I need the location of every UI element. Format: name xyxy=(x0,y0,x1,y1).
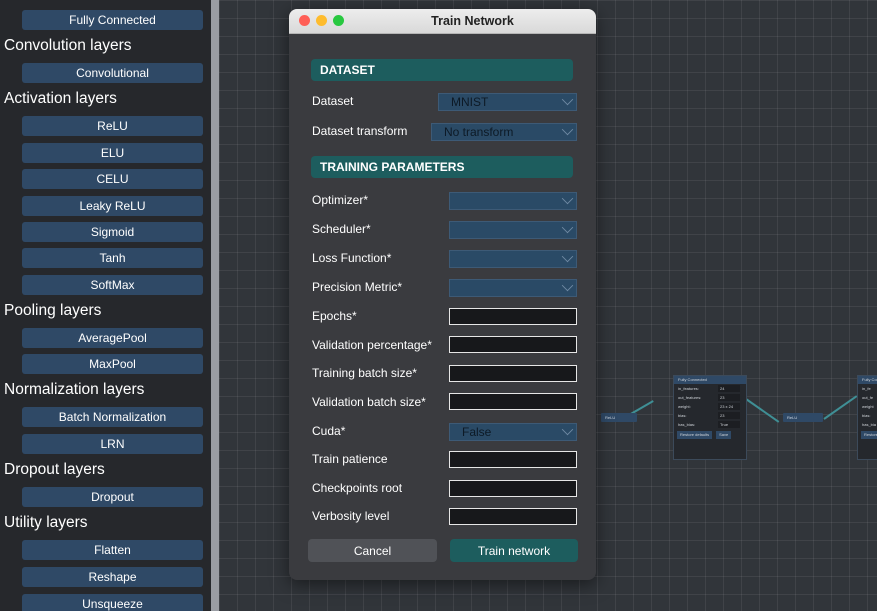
node-field: out_features: 23 xyxy=(674,393,746,402)
node-title: Fully Conn xyxy=(858,376,877,384)
layer-button-batch-normalization[interactable]: Batch Normalization xyxy=(22,407,203,427)
cuda-select-value: False xyxy=(462,425,492,439)
window-titlebar[interactable]: Train Network xyxy=(289,9,596,34)
layer-button-lrn[interactable]: LRN xyxy=(22,434,203,454)
save-node-button[interactable]: Save xyxy=(716,431,732,439)
node-field: in_features: 24 xyxy=(674,384,746,393)
layer-button-dropout[interactable]: Dropout xyxy=(22,487,203,507)
train-network-button[interactable]: Train network xyxy=(450,539,578,562)
optimizer-select[interactable] xyxy=(449,192,577,210)
section-title-convolution: Convolution layers xyxy=(4,37,132,54)
node-field-input[interactable]: 23 xyxy=(718,394,740,401)
layer-button-averagepool[interactable]: AveragePool xyxy=(22,328,203,348)
chevron-down-icon xyxy=(561,250,574,263)
node-field-input[interactable]: 23 x 24 xyxy=(718,403,740,410)
restore-defaults-button[interactable]: Restore defaults xyxy=(677,431,713,439)
node-field: bias: 23 xyxy=(674,411,746,420)
precision-metric-label: Precision Metric* xyxy=(312,280,403,294)
section-title-pooling: Pooling layers xyxy=(4,302,102,319)
canvas-node-relu[interactable]: ReLU xyxy=(783,413,823,422)
validation-percentage-label: Validation percentage* xyxy=(312,338,432,352)
training-batch-size-input[interactable] xyxy=(449,365,577,382)
loss-function-select[interactable] xyxy=(449,250,577,268)
chevron-down-icon xyxy=(561,279,574,292)
layer-button-softmax[interactable]: SoftMax xyxy=(22,275,203,295)
train-network-dialog: Train Network DATASET Dataset MNIST Data… xyxy=(289,9,596,580)
epochs-input[interactable] xyxy=(449,308,577,325)
node-field: out_fe xyxy=(862,395,874,400)
verbosity-level-label: Verbosity level xyxy=(312,509,390,523)
training-batch-size-label: Training batch size* xyxy=(312,366,417,380)
train-patience-input[interactable] xyxy=(449,451,577,468)
layer-button-fully-connected[interactable]: Fully Connected xyxy=(22,10,203,30)
dataset-label: Dataset xyxy=(312,94,354,108)
chevron-down-icon xyxy=(561,221,574,234)
layer-button-flatten[interactable]: Flatten xyxy=(22,540,203,560)
dataset-select[interactable]: MNIST xyxy=(438,93,577,111)
restore-defaults-button[interactable]: Restore xyxy=(861,431,877,439)
node-field-select[interactable]: True xyxy=(718,421,740,428)
cuda-label: Cuda* xyxy=(312,424,346,438)
optimizer-label: Optimizer* xyxy=(312,193,369,207)
layer-button-unsqueeze[interactable]: Unsqueeze xyxy=(22,594,203,611)
node-field: has_bia xyxy=(862,422,877,427)
canvas-node-fully-connected-partial[interactable]: Fully Conn in_fe out_fe weight bias: has… xyxy=(857,375,877,460)
dataset-transform-select[interactable]: No transform xyxy=(431,123,577,141)
section-title-dropout: Dropout layers xyxy=(4,461,105,478)
training-parameters-section-header: TRAINING PARAMETERS xyxy=(311,156,573,178)
layer-button-celu[interactable]: CELU xyxy=(22,169,203,189)
verbosity-level-input[interactable] xyxy=(449,508,577,525)
chevron-down-icon xyxy=(561,192,574,205)
node-field: weight: 23 x 24 xyxy=(674,402,746,411)
train-patience-label: Train patience xyxy=(312,452,388,466)
dataset-transform-label: Dataset transform xyxy=(312,124,408,138)
dataset-select-value: MNIST xyxy=(451,95,489,109)
node-field: bias: xyxy=(862,413,871,418)
node-field: weight xyxy=(862,404,874,409)
canvas-node-fully-connected[interactable]: Fully Connected in_features: 24 out_featu… xyxy=(673,375,747,460)
layer-palette-sidebar: Fully Connected Convolution layers Convo… xyxy=(0,0,211,611)
canvas-node-relu[interactable]: ReLU xyxy=(601,413,637,422)
scheduler-label: Scheduler* xyxy=(312,222,371,236)
precision-metric-select[interactable] xyxy=(449,279,577,297)
layer-button-reshape[interactable]: Reshape xyxy=(22,567,203,587)
cuda-select[interactable]: False xyxy=(449,423,577,441)
connection-wire xyxy=(745,398,780,423)
layer-button-convolutional[interactable]: Convolutional xyxy=(22,63,203,83)
section-title-utility: Utility layers xyxy=(4,514,88,531)
sidebar-resize-handle[interactable] xyxy=(211,0,219,611)
validation-batch-size-label: Validation batch size* xyxy=(312,395,426,409)
node-field-input[interactable]: 24 xyxy=(718,385,740,392)
layer-button-tanh[interactable]: Tanh xyxy=(22,248,203,268)
layer-button-maxpool[interactable]: MaxPool xyxy=(22,354,203,374)
layer-button-sigmoid[interactable]: Sigmoid xyxy=(22,222,203,242)
dataset-section-header: DATASET xyxy=(311,59,573,81)
validation-batch-size-input[interactable] xyxy=(449,393,577,410)
layer-button-leaky-relu[interactable]: Leaky ReLU xyxy=(22,196,203,216)
section-title-normalization: Normalization layers xyxy=(4,381,145,398)
validation-percentage-input[interactable] xyxy=(449,336,577,353)
node-field: in_fe xyxy=(862,386,871,391)
node-title: Fully Connected xyxy=(674,376,746,384)
cancel-button[interactable]: Cancel xyxy=(308,539,437,562)
chevron-down-icon xyxy=(561,123,574,136)
node-field: has_bias: True xyxy=(674,420,746,429)
dataset-transform-select-value: No transform xyxy=(444,125,514,139)
section-title-activation: Activation layers xyxy=(4,90,117,107)
node-field-input[interactable]: 23 xyxy=(718,412,740,419)
chevron-down-icon xyxy=(561,93,574,106)
layer-button-relu[interactable]: ReLU xyxy=(22,116,203,136)
checkpoints-root-input[interactable] xyxy=(449,480,577,497)
scheduler-select[interactable] xyxy=(449,221,577,239)
loss-function-label: Loss Function* xyxy=(312,251,392,265)
epochs-label: Epochs* xyxy=(312,309,357,323)
chevron-down-icon xyxy=(561,423,574,436)
connection-wire xyxy=(823,395,858,420)
window-title: Train Network xyxy=(431,14,514,28)
checkpoints-root-label: Checkpoints root xyxy=(312,481,403,495)
layer-button-elu[interactable]: ELU xyxy=(22,143,203,163)
